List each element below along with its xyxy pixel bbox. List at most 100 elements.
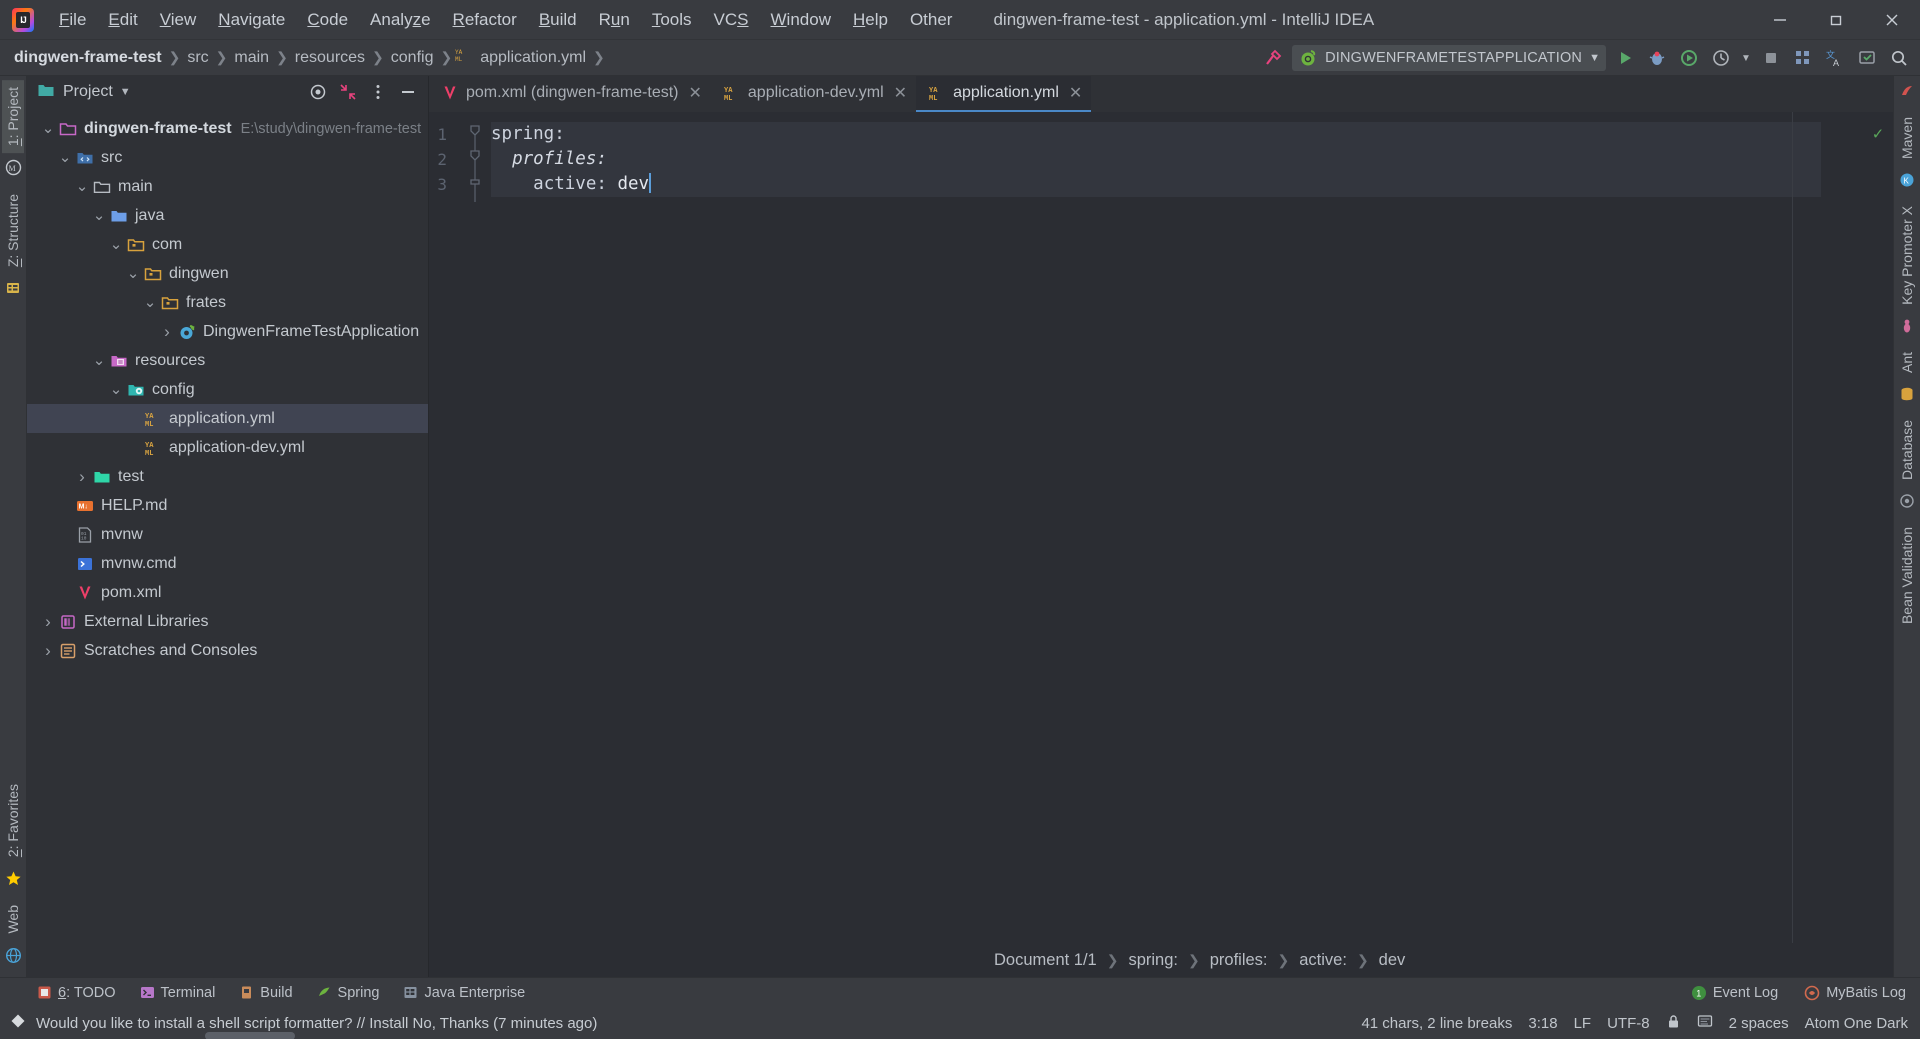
sidebar-item-ant[interactable]: Ant — [1896, 345, 1918, 380]
breadcrumb-dev[interactable]: dev — [1379, 951, 1406, 970]
chevron-right-icon[interactable]: › — [39, 612, 57, 632]
tree-node-mvnw[interactable]: 01 10 mvnw — [27, 520, 428, 549]
menu-view[interactable]: View — [149, 0, 208, 40]
tree-node-dingwen[interactable]: ⌄ dingwen — [27, 259, 428, 288]
collapse-all-icon[interactable] — [338, 82, 358, 102]
horizontal-scrollbar[interactable] — [205, 1032, 295, 1039]
breadcrumb-main[interactable]: main — [230, 48, 273, 68]
code-line-1[interactable]: spring: — [491, 122, 1821, 147]
tree-node-scratches-and-consoles[interactable]: › Scratches and Consoles — [27, 636, 428, 665]
ant-icon[interactable] — [1899, 315, 1915, 342]
chevron-down-icon[interactable]: ⌄ — [56, 150, 74, 165]
run-with-coverage-icon[interactable] — [1676, 45, 1702, 71]
menu-file[interactable]: FFileile — [48, 0, 97, 40]
tool-window-event-log[interactable]: 1 Event Log — [1687, 983, 1782, 1003]
status-indent[interactable]: 2 spaces — [1729, 1015, 1789, 1032]
inspection-widget[interactable]: ✓ — [1873, 124, 1883, 144]
search-icon[interactable] — [1886, 45, 1912, 71]
grid-icon[interactable] — [1790, 45, 1816, 71]
database-icon[interactable] — [1899, 383, 1915, 410]
menu-other[interactable]: Other — [899, 0, 964, 40]
chevron-down-icon[interactable]: ⌄ — [73, 179, 91, 194]
chevron-down-icon[interactable]: ⌄ — [90, 208, 108, 223]
code-line-2[interactable]: profiles: — [491, 147, 1821, 172]
chevron-down-icon[interactable]: ⌄ — [39, 121, 57, 136]
chevron-right-icon[interactable]: › — [158, 322, 176, 342]
tool-window-build[interactable]: Build — [235, 983, 296, 1003]
build-hammer-icon[interactable] — [1260, 45, 1286, 71]
key-promoter-icon[interactable]: K — [1899, 169, 1915, 196]
menu-code[interactable]: Code — [296, 0, 359, 40]
breadcrumb-spring[interactable]: spring: — [1128, 951, 1178, 970]
inspections-eye-icon[interactable] — [1697, 1013, 1713, 1033]
sidebar-item-database[interactable]: Database — [1896, 413, 1918, 487]
tree-node-frates[interactable]: ⌄ frates — [27, 288, 428, 317]
profiler-icon[interactable] — [1708, 45, 1734, 71]
tool-window-spring[interactable]: Spring — [313, 983, 384, 1003]
profiler-dropdown-icon[interactable]: ▼ — [1740, 45, 1752, 71]
tree-node-config[interactable]: ⌄ config — [27, 375, 428, 404]
status-line-separator[interactable]: LF — [1574, 1015, 1592, 1032]
target-locate-icon[interactable] — [308, 82, 328, 102]
breadcrumb-project[interactable]: dingwen-frame-test — [10, 48, 166, 68]
bean-validation-icon[interactable] — [1899, 490, 1915, 517]
sidebar-item-maven[interactable]: Maven — [1896, 110, 1918, 166]
sidebar-item-project[interactable]: 1: Project — [2, 80, 24, 154]
options-more-icon[interactable] — [368, 82, 388, 102]
tree-node-application-dev-yml[interactable]: YA ML application-dev.yml — [27, 433, 428, 462]
sidebar-item-key-promoter[interactable]: Key Promoter X — [1896, 199, 1918, 312]
star-icon[interactable] — [5, 866, 22, 896]
translate-icon[interactable]: 文A — [1822, 45, 1848, 71]
tree-node-src[interactable]: ⌄ src — [27, 143, 428, 172]
hide-minimize-icon[interactable] — [398, 82, 418, 102]
editor-tab-pom-xml-dingwen-frame-test-[interactable]: pom.xml (dingwen-frame-test) ✕ — [429, 76, 711, 112]
lock-icon[interactable] — [1666, 1014, 1681, 1033]
tree-node-java[interactable]: ⌄ java — [27, 201, 428, 230]
close-tab-icon[interactable]: ✕ — [891, 83, 907, 103]
chevron-right-icon[interactable]: › — [39, 641, 57, 661]
run-configuration-selector[interactable]: DINGWENFRAMETESTAPPLICATION ▼ — [1292, 45, 1606, 71]
menu-build[interactable]: Build — [528, 0, 588, 40]
code-content[interactable]: spring: profiles: active: dev ✓ — [491, 112, 1893, 943]
tool-window-mybatis-log[interactable]: MyBatis Log — [1800, 983, 1910, 1003]
sidebar-item-favorites[interactable]: 2: Favorites — [2, 777, 24, 864]
menu-help[interactable]: Help — [842, 0, 899, 40]
tree-node-resources[interactable]: ⌄ resources — [27, 346, 428, 375]
status-message[interactable]: Would you like to install a shell script… — [36, 1015, 597, 1032]
menu-refactor[interactable]: Refactor — [442, 0, 528, 40]
tree-node-dingwen-frame-test[interactable]: ⌄ dingwen-frame-test E:\study\dingwen-fram… — [27, 114, 428, 143]
code-line-3[interactable]: active: dev — [491, 172, 1821, 197]
chevron-down-icon[interactable]: ⌄ — [107, 382, 125, 397]
breadcrumb-resources[interactable]: resources — [291, 48, 369, 68]
tree-node-main[interactable]: ⌄ main — [27, 172, 428, 201]
updates-icon[interactable] — [1854, 45, 1880, 71]
maven-circle-icon[interactable]: M — [5, 155, 22, 185]
breadcrumb-document[interactable]: Document 1/1 — [994, 951, 1097, 970]
project-tree[interactable]: ⌄ dingwen-frame-test E:\study\dingwen-fram… — [27, 108, 428, 977]
menu-window[interactable]: Window — [760, 0, 842, 40]
breadcrumb-active[interactable]: active: — [1299, 951, 1347, 970]
chevron-down-icon[interactable]: ⌄ — [141, 295, 159, 310]
tree-node-application-yml[interactable]: YA ML application.yml — [27, 404, 428, 433]
tree-node-mvnw-cmd[interactable]: mvnw.cmd — [27, 549, 428, 578]
tool-window-todo[interactable]: 6: TODO — [33, 983, 120, 1003]
editor-tabs[interactable]: pom.xml (dingwen-frame-test) ✕ YA ML applica… — [429, 76, 1893, 112]
maximize-button[interactable] — [1808, 0, 1864, 40]
tree-node-help-md[interactable]: M↓ HELP.md — [27, 491, 428, 520]
tool-window-terminal[interactable]: Terminal — [136, 983, 220, 1003]
sidebar-item-structure[interactable]: Z: Structure — [2, 187, 24, 274]
maven-icon[interactable] — [1899, 80, 1915, 107]
chevron-down-icon[interactable]: ⌄ — [90, 353, 108, 368]
chevron-right-icon[interactable]: › — [73, 467, 91, 487]
menu-analyze[interactable]: Analyze — [359, 0, 442, 40]
status-caret-position[interactable]: 3:18 — [1528, 1015, 1557, 1032]
breadcrumb-config[interactable]: config — [387, 48, 438, 68]
sidebar-item-web[interactable]: Web — [2, 898, 24, 941]
chevron-down-icon[interactable]: ▼ — [1589, 52, 1600, 64]
chevron-down-icon[interactable]: ⌄ — [107, 237, 125, 252]
tree-node-test[interactable]: › test — [27, 462, 428, 491]
menu-run[interactable]: Run — [588, 0, 641, 40]
database-table-icon[interactable] — [5, 276, 21, 305]
status-theme[interactable]: Atom One Dark — [1805, 1015, 1908, 1032]
tree-node-dingwenframetestapplication[interactable]: › DingwenFrameTestApplication — [27, 317, 428, 346]
